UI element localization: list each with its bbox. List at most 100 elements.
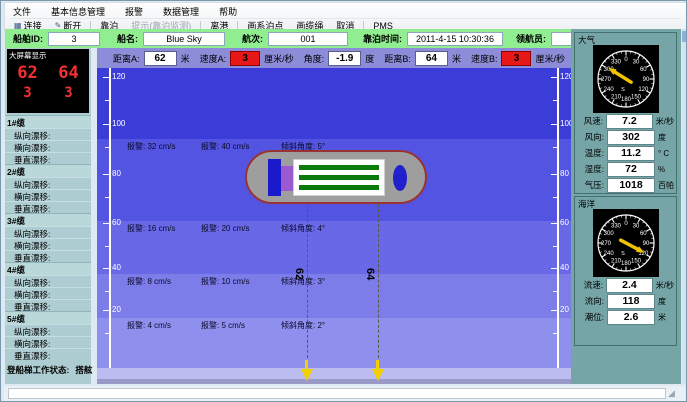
zone-text: 倾斜角度: 2° bbox=[281, 320, 325, 331]
cable-drift-row: 纵向漂移: bbox=[5, 177, 91, 189]
svg-text:210: 210 bbox=[610, 94, 621, 100]
berth-time-label: 靠泊时间: bbox=[363, 32, 402, 45]
distance-a-label: 距离A: bbox=[113, 52, 140, 65]
readout-unit: 度 bbox=[658, 132, 666, 143]
menu-item[interactable]: 文件 bbox=[11, 5, 33, 18]
cable-section-title: 3#缆 bbox=[5, 214, 91, 226]
axis-tick bbox=[105, 291, 109, 292]
cable-section: 5#缆纵向漂移:横向漂移:垂直漂移: bbox=[5, 311, 91, 360]
readout-label: 风速: bbox=[577, 115, 603, 127]
axis-tick bbox=[553, 333, 557, 334]
cable-section: 3#缆纵向漂移:横向漂移:垂直漂移: bbox=[5, 213, 91, 262]
cable-list: 1#缆纵向漂移:横向漂移:垂直漂移:2#缆纵向漂移:横向漂移:垂直漂移:3#缆纵… bbox=[5, 115, 91, 360]
axis-tick-label: 20 bbox=[560, 305, 571, 315]
readout-value: 2.6 bbox=[607, 310, 655, 325]
axis-tick-label: 20 bbox=[112, 305, 132, 315]
svg-text:180: 180 bbox=[620, 261, 631, 267]
current-direction-gauge-icon: 0306090120150180210240270300330S bbox=[593, 209, 659, 277]
environment-panel: 大气 0306090120150180210240270300330S 风速:7… bbox=[571, 29, 681, 384]
distance-a-value: 62 bbox=[144, 51, 177, 66]
svg-text:180: 180 bbox=[620, 97, 631, 103]
svg-text:120: 120 bbox=[638, 87, 649, 93]
svg-text:270: 270 bbox=[600, 241, 611, 247]
left-axis bbox=[109, 68, 111, 368]
distance-b-label: 距离B: bbox=[384, 52, 411, 65]
gangway-value: 搭舷 bbox=[75, 365, 92, 375]
svg-text:330: 330 bbox=[610, 224, 621, 230]
axis-tick-label: 40 bbox=[112, 263, 132, 273]
svg-text:S: S bbox=[621, 251, 625, 257]
cable-section: 1#缆纵向漂移:横向漂移:垂直漂移: bbox=[5, 115, 91, 164]
zone-text: 报警: 8 cm/s bbox=[127, 276, 201, 287]
axis-tick-label: 60 bbox=[560, 218, 571, 228]
axis-tick bbox=[551, 310, 557, 311]
ship-name-input[interactable] bbox=[143, 32, 225, 46]
menu-item[interactable]: 数据管理 bbox=[161, 5, 201, 18]
axis-tick-label: 100 bbox=[560, 119, 571, 129]
display-speed-b: 3 bbox=[48, 84, 89, 103]
axis-tick bbox=[105, 100, 109, 101]
readout-unit: 度 bbox=[658, 296, 666, 307]
status-field bbox=[8, 388, 666, 399]
cable-section: 2#缆纵向漂移:横向漂移:垂直漂移: bbox=[5, 164, 91, 213]
readout-value: 11.2 bbox=[607, 146, 655, 161]
readout-unit: % bbox=[658, 165, 665, 174]
cable-drift-row: 垂直漂移: bbox=[5, 152, 91, 164]
sensor-arrow-a bbox=[305, 360, 308, 369]
zone-text: 报警: 32 cm/s bbox=[127, 141, 201, 152]
speed-b-label: 速度B: bbox=[471, 52, 498, 65]
scrollbar-thumb[interactable] bbox=[682, 31, 687, 42]
zone-text: 报警: 4 cm/s bbox=[127, 320, 201, 331]
menu-item[interactable]: 报警 bbox=[123, 5, 145, 18]
axis-tick bbox=[553, 291, 557, 292]
cable-drift-row: 纵向漂移: bbox=[5, 275, 91, 287]
cable-drift-row: 垂直漂移: bbox=[5, 250, 91, 262]
svg-text:240: 240 bbox=[603, 251, 614, 257]
cable-section-title: 2#缆 bbox=[5, 165, 91, 177]
axis-tick bbox=[103, 174, 109, 175]
readout-value: 302 bbox=[607, 130, 655, 145]
ocean-readouts: 流速:2.4米/秒流向:118度潮位:2.6米 bbox=[575, 277, 676, 325]
menu-bar: 文件 基本信息管理 报警 数据管理 帮助 bbox=[11, 5, 680, 17]
axis-tick-label: 120 bbox=[560, 72, 571, 82]
ship-id-input[interactable] bbox=[48, 32, 100, 46]
cable-section-title: 1#缆 bbox=[5, 116, 91, 128]
readout-label: 湿度: bbox=[577, 163, 604, 175]
alarm-zone-label: 报警: 16 cm/s报警: 20 cm/s倾斜角度: 4° bbox=[127, 223, 325, 234]
menu-item[interactable]: 基本信息管理 bbox=[49, 5, 107, 18]
axis-tick bbox=[551, 223, 557, 224]
distance-line-b bbox=[378, 204, 379, 363]
readout-label: 流速: bbox=[577, 279, 603, 291]
cable-section-title: 5#缆 bbox=[5, 312, 91, 324]
dock-strip bbox=[97, 368, 571, 379]
readout-row: 风向:302度 bbox=[575, 129, 676, 145]
axis-tick bbox=[551, 124, 557, 125]
speed-a-unit: 厘米/秒 bbox=[264, 52, 294, 65]
plot-base bbox=[97, 379, 571, 384]
readout-row: 潮位:2.6米 bbox=[575, 309, 676, 325]
axis-tick-label: 120 bbox=[112, 72, 132, 82]
menu-item[interactable]: 帮助 bbox=[217, 5, 239, 18]
berth-time-input[interactable] bbox=[407, 32, 503, 46]
voyage-input[interactable] bbox=[268, 32, 348, 46]
zone-text: 倾斜角度: 4° bbox=[281, 223, 325, 234]
readout-label: 流向: bbox=[577, 295, 604, 307]
svg-text:60: 60 bbox=[639, 67, 646, 73]
sensor-arrow-b bbox=[376, 360, 379, 369]
svg-text:90: 90 bbox=[642, 77, 649, 83]
axis-tick bbox=[553, 100, 557, 101]
resize-grip-icon[interactable] bbox=[668, 389, 675, 398]
svg-text:210: 210 bbox=[610, 258, 621, 264]
readout-row: 湿度:72% bbox=[575, 161, 676, 177]
weather-readouts: 风速:7.2米/秒风向:302度温度:11.2° C湿度:72%气压:1018百… bbox=[575, 113, 676, 193]
right-scrollbar[interactable] bbox=[682, 29, 687, 384]
axis-tick bbox=[103, 124, 109, 125]
svg-text:60: 60 bbox=[639, 231, 646, 237]
axis-tick bbox=[553, 147, 557, 148]
window-chrome: 文件基本信息管理报警数据管理帮助 ▦连接✎断开靠泊提示(靠泊监测)离港画系泊点画… bbox=[4, 2, 687, 31]
axis-tick bbox=[105, 246, 109, 247]
readout-label: 气压: bbox=[577, 179, 604, 191]
speed-a-label: 速度A: bbox=[200, 52, 227, 65]
distance-b-value: 64 bbox=[415, 51, 448, 66]
axis-tick bbox=[551, 77, 557, 78]
